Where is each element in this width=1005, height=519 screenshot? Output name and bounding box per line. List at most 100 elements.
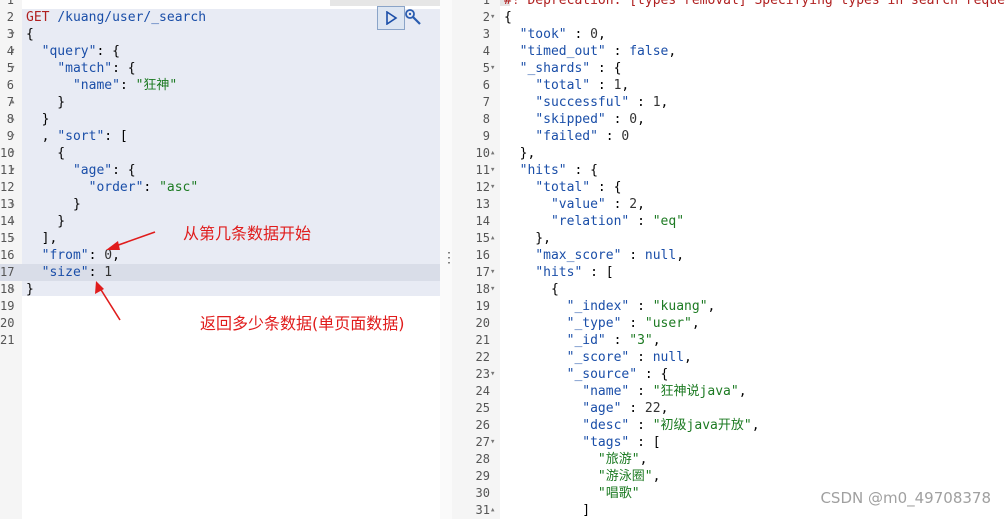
fold-toggle-icon[interactable]: ▾ (10, 43, 15, 60)
request-line[interactable]: 11 ▾ "age": { (0, 162, 440, 179)
response-line[interactable]: 14 "relation" : "eq" (452, 213, 1005, 230)
response-line[interactable]: 27 ▾ "tags" : [ (452, 434, 1005, 451)
code-text: "total" : { (535, 180, 622, 195)
code-text: "failed" : 0 (535, 129, 630, 144)
line-number: 24 (475, 384, 490, 398)
response-line[interactable]: 29 "游泳圈", (452, 468, 1005, 485)
response-line[interactable]: 15 ▴ }, (452, 230, 1005, 247)
fold-toggle-icon[interactable]: ▾ (490, 162, 495, 179)
response-line[interactable]: 4 "timed_out" : false, (452, 43, 1005, 60)
fold-toggle-icon[interactable]: ▾ (490, 60, 495, 77)
request-line[interactable]: 18 ▴} (0, 281, 440, 298)
response-line[interactable]: 28 "旅游", (452, 451, 1005, 468)
response-line[interactable]: 2 ▾ { (452, 9, 1005, 26)
response-line[interactable]: 5 ▾ "_shards" : { (452, 60, 1005, 77)
response-line[interactable]: 10 ▴ }, (452, 145, 1005, 162)
fold-toggle-icon[interactable]: ▾ (10, 162, 15, 179)
code-text: ] (504, 503, 591, 518)
line-number: 6 (6, 78, 14, 92)
response-line[interactable]: 23 ▾ "_source" : { (452, 366, 1005, 383)
response-line[interactable]: 1 #! Deprecation: [types removal] Specify… (452, 0, 1005, 9)
line-number: 20 (475, 316, 490, 330)
line-number: 19 (0, 299, 15, 313)
request-line[interactable]: 2 GET /kuang/user/_search (0, 9, 440, 26)
code-text: "size": 1 (41, 265, 113, 280)
fold-toggle-icon[interactable]: ▴ (490, 502, 495, 519)
fold-toggle-icon[interactable]: ▾ (490, 9, 495, 26)
request-line[interactable]: 16 "from": 0, (0, 247, 440, 264)
line-number: 27 (475, 435, 490, 449)
response-line[interactable]: 6 "total" : 1, (452, 77, 1005, 94)
response-line[interactable]: 25 "age" : 22, (452, 400, 1005, 417)
code-text: "旅游", (597, 452, 648, 467)
fold-toggle-icon[interactable]: ▾ (490, 434, 495, 451)
line-number: 1 (482, 0, 490, 7)
request-line[interactable]: 13 ▴ } (0, 196, 440, 213)
response-line[interactable]: 13 "value" : 2, (452, 196, 1005, 213)
fold-toggle-icon[interactable]: ▾ (490, 281, 495, 298)
code-text: } (26, 112, 50, 127)
request-line[interactable]: 4 ▾ "query": { (0, 43, 440, 60)
response-line[interactable]: 18 ▾ { (452, 281, 1005, 298)
request-line[interactable]: 8 ▴ } (0, 111, 440, 128)
code-text: } (26, 95, 66, 110)
fold-toggle-icon[interactable]: ▾ (10, 128, 15, 145)
line-number: 6 (482, 78, 490, 92)
code-text: } (26, 282, 34, 297)
code-text: }, (504, 231, 551, 246)
request-line[interactable]: 9 ▾ , "sort": [ (0, 128, 440, 145)
response-line[interactable]: 12 ▾ "total" : { (452, 179, 1005, 196)
code-text: "successful" : 1, (535, 95, 669, 110)
response-line[interactable]: 3 "took" : 0, (452, 26, 1005, 43)
request-line[interactable]: 6 "name": "狂神" (0, 77, 440, 94)
response-line[interactable]: 8 "skipped" : 0, (452, 111, 1005, 128)
response-line[interactable]: 11 ▾ "hits" : { (452, 162, 1005, 179)
fold-toggle-icon[interactable]: ▴ (10, 213, 15, 230)
fold-toggle-icon[interactable]: ▴ (10, 281, 15, 298)
request-line[interactable]: 10 ▾ { (0, 145, 440, 162)
code-text: "_id" : "3", (566, 333, 661, 348)
response-line[interactable]: 26 "desc" : "初级java开放", (452, 417, 1005, 434)
response-line[interactable]: 17 ▾ "hits" : [ (452, 264, 1005, 281)
fold-toggle-icon[interactable]: ▴ (10, 230, 15, 247)
request-line[interactable]: 7 ▴ } (0, 94, 440, 111)
response-line[interactable]: 9 "failed" : 0 (452, 128, 1005, 145)
response-viewer[interactable]: 1 #! Deprecation: [types removal] Specify… (452, 0, 1005, 519)
play-icon (386, 11, 398, 25)
response-line[interactable]: 19 "_index" : "kuang", (452, 298, 1005, 315)
fold-toggle-icon[interactable]: ▾ (10, 26, 15, 43)
fold-toggle-icon[interactable]: ▾ (490, 264, 495, 281)
request-line[interactable]: 21 (0, 332, 440, 349)
fold-toggle-icon[interactable]: ▴ (490, 145, 495, 162)
request-line[interactable]: 3 ▾{ (0, 26, 440, 43)
code-text: #! Deprecation: [types removal] Specifyi… (504, 0, 1005, 8)
fold-toggle-icon[interactable]: ▴ (10, 196, 15, 213)
fold-toggle-icon[interactable]: ▴ (10, 94, 15, 111)
fold-toggle-icon[interactable]: ▾ (490, 179, 495, 196)
fold-toggle-icon[interactable]: ▾ (10, 60, 15, 77)
response-line[interactable]: 24 "name" : "狂神说java", (452, 383, 1005, 400)
request-editor[interactable]: 1 2 GET /kuang/user/_search 3 ▾{4 ▾ "query": … (0, 0, 440, 519)
request-code[interactable]: 1 2 GET /kuang/user/_search 3 ▾{4 ▾ "query": … (0, 0, 440, 349)
line-number: 2 (6, 10, 14, 24)
response-line[interactable]: 7 "successful" : 1, (452, 94, 1005, 111)
request-line[interactable]: 5 ▾ "match": { (0, 60, 440, 77)
request-line[interactable]: 12 "order": "asc" (0, 179, 440, 196)
response-line[interactable]: 22 "_score" : null, (452, 349, 1005, 366)
line-number: 12 (475, 180, 490, 194)
code-text: ], (26, 231, 58, 246)
line-number: 17 (0, 265, 15, 279)
request-line[interactable]: 17 "size": 1 (0, 264, 440, 281)
code-text: { (26, 27, 34, 42)
code-text: "_source" : { (566, 367, 669, 382)
code-text: "hits" : [ (535, 265, 614, 280)
response-line[interactable]: 16 "max_score" : null, (452, 247, 1005, 264)
run-request-button[interactable] (377, 6, 405, 30)
response-line[interactable]: 21 "_id" : "3", (452, 332, 1005, 349)
fold-toggle-icon[interactable]: ▴ (10, 111, 15, 128)
response-line[interactable]: 20 "_type" : "user", (452, 315, 1005, 332)
fold-toggle-icon[interactable]: ▾ (490, 366, 495, 383)
fold-toggle-icon[interactable]: ▾ (10, 145, 15, 162)
fold-toggle-icon[interactable]: ▴ (490, 230, 495, 247)
wrench-icon[interactable] (404, 8, 422, 26)
